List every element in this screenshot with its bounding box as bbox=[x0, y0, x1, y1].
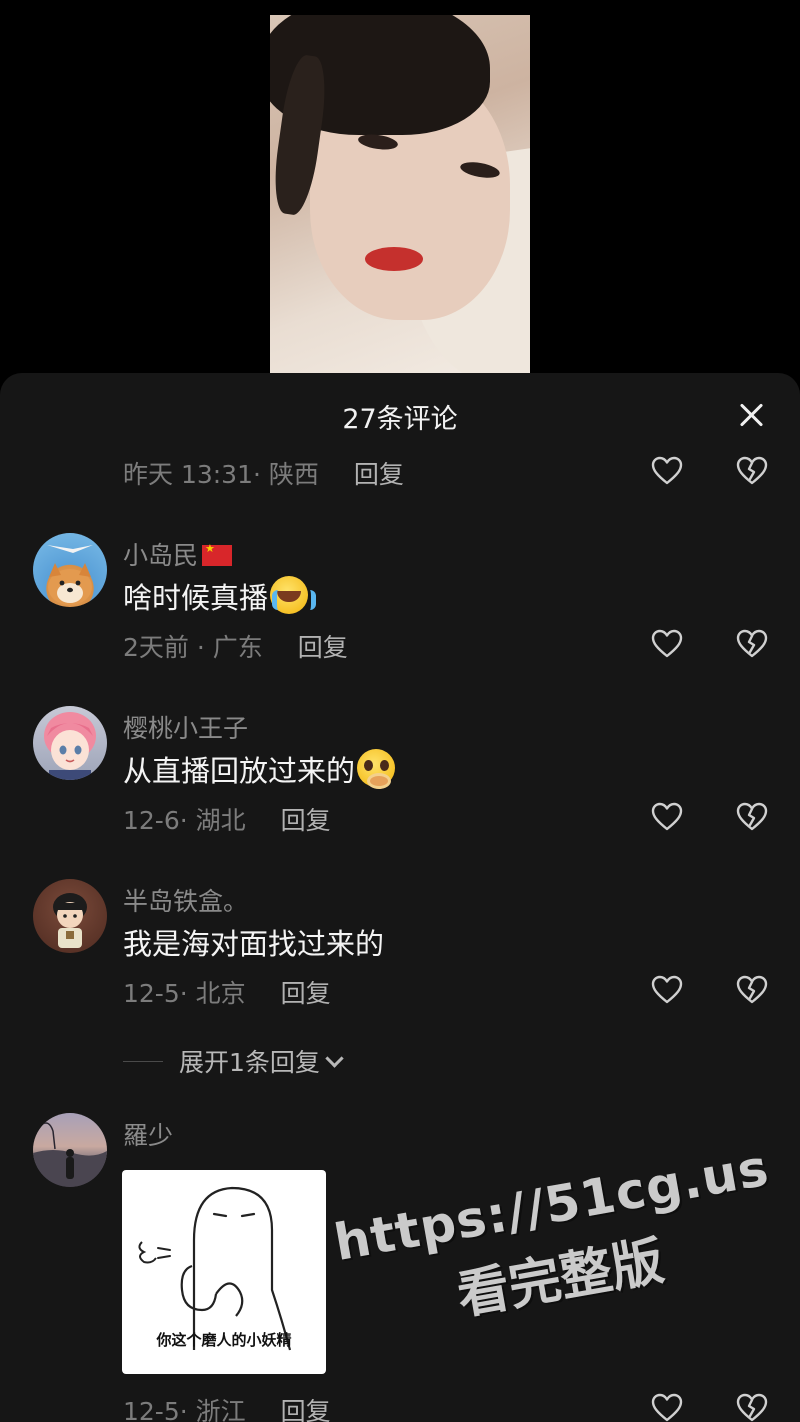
broken-heart-icon[interactable] bbox=[736, 629, 768, 659]
expand-replies-label: 展开1条回复 bbox=[179, 1048, 320, 1077]
comment-time-location: 12-5· 浙江 bbox=[123, 1397, 246, 1422]
reply-button[interactable]: 回复 bbox=[281, 801, 331, 837]
comment-text: 啥时候真播 bbox=[123, 575, 317, 617]
comment-text-body: 啥时候真播 bbox=[123, 581, 269, 615]
avatar-anime-boy-image bbox=[44, 712, 96, 780]
chevron-down-icon bbox=[325, 1048, 344, 1068]
comment-time-location: 12-5· 北京 bbox=[123, 979, 246, 1008]
reply-button[interactable]: 回复 bbox=[298, 628, 348, 664]
comment-meta: 12-5· 北京 回复 bbox=[123, 974, 331, 1010]
reply-button[interactable]: 回复 bbox=[354, 455, 404, 491]
pleading-face-icon bbox=[357, 749, 396, 789]
expand-divider bbox=[123, 1060, 163, 1062]
comment-sticker-image[interactable]: 你这个磨人的小妖精 bbox=[122, 1170, 326, 1374]
expand-replies-button[interactable]: 展开1条回复 bbox=[123, 1043, 344, 1079]
comment-time-location: 2天前 · 广东 bbox=[123, 633, 263, 662]
avatar-shiba-image bbox=[47, 545, 93, 605]
comment-time-location: 12-6· 湖北 bbox=[123, 806, 246, 835]
reply-button[interactable]: 回复 bbox=[281, 974, 331, 1010]
comment-text: 我是海对面找过来的 bbox=[123, 927, 385, 961]
avatar[interactable] bbox=[33, 1113, 107, 1187]
comment-username[interactable]: 羅少 bbox=[123, 1116, 173, 1152]
comment-count-title: 27条评论 bbox=[342, 404, 458, 435]
heart-icon[interactable] bbox=[651, 456, 683, 486]
comment-username[interactable]: 小岛民 bbox=[123, 536, 233, 572]
video-thumbnail[interactable] bbox=[270, 15, 530, 373]
reply-button[interactable]: 回复 bbox=[281, 1392, 331, 1422]
avatar-cartoon-boy-image bbox=[53, 893, 87, 948]
heart-icon[interactable] bbox=[651, 975, 683, 1005]
broken-heart-icon[interactable] bbox=[736, 456, 768, 486]
heart-icon[interactable] bbox=[651, 1393, 683, 1422]
avatar[interactable] bbox=[33, 533, 107, 607]
avatar[interactable] bbox=[33, 879, 107, 953]
video-thumb-lips bbox=[365, 247, 423, 271]
broken-heart-icon[interactable] bbox=[736, 1393, 768, 1422]
heart-icon[interactable] bbox=[651, 629, 683, 659]
sticker-caption: 你这个磨人的小妖精 bbox=[156, 1331, 292, 1349]
avatar[interactable] bbox=[33, 706, 107, 780]
broken-heart-icon[interactable] bbox=[736, 802, 768, 832]
crying-face-icon bbox=[270, 576, 317, 614]
broken-heart-icon[interactable] bbox=[736, 975, 768, 1005]
comment-meta: 2天前 · 广东 回复 bbox=[123, 628, 348, 664]
comment-time-location: 昨天 13:31· 陕西 bbox=[123, 460, 319, 489]
close-icon[interactable] bbox=[735, 399, 767, 431]
username-text: 小岛民 bbox=[123, 541, 199, 570]
heart-icon[interactable] bbox=[651, 802, 683, 832]
comment-meta: 12-5· 浙江 回复 bbox=[123, 1392, 331, 1422]
comment-text: 从直播回放过来的 bbox=[123, 748, 396, 790]
china-flag-icon bbox=[202, 542, 233, 566]
avatar-silhouette-image bbox=[33, 1122, 107, 1187]
comment-username[interactable]: 樱桃小王子 bbox=[123, 709, 248, 745]
comment-username[interactable]: 半岛铁盒。 bbox=[123, 882, 248, 918]
comment-text-body: 从直播回放过来的 bbox=[123, 754, 356, 788]
comment-sheet: 27条评论 昨天 13:31· 陕西 回复 小岛民 啥时候真播 2天前 · 广东… bbox=[0, 373, 800, 1422]
comment-meta: 昨天 13:31· 陕西 回复 bbox=[123, 455, 404, 491]
comment-meta: 12-6· 湖北 回复 bbox=[123, 801, 331, 837]
video-area bbox=[0, 0, 800, 390]
